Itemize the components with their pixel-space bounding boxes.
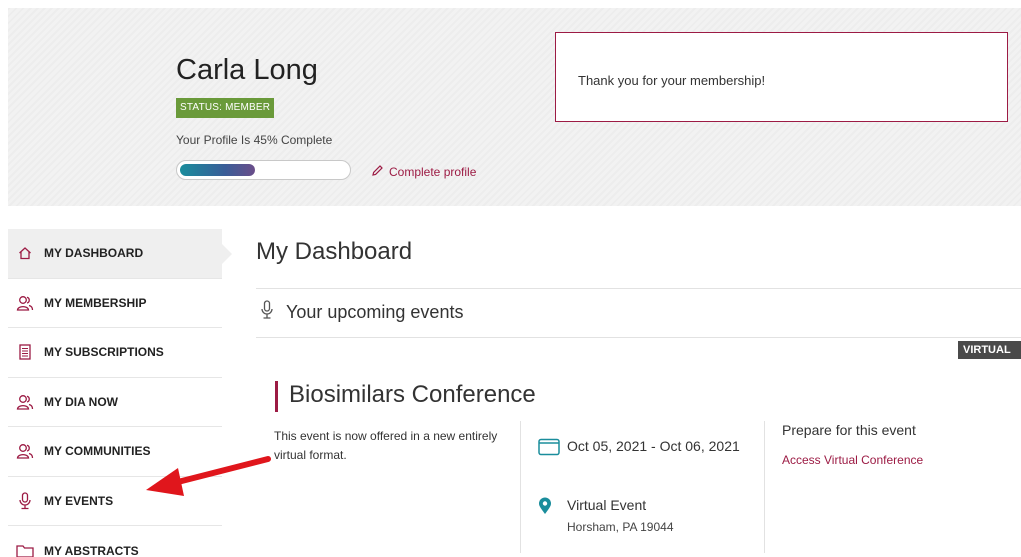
users-icon (16, 294, 34, 312)
home-icon (16, 244, 34, 262)
virtual-badge: VIRTUAL (958, 341, 1021, 359)
sidebar-item-label: MY SUBSCRIPTIONS (44, 345, 164, 360)
sidebar-item-label: MY COMMUNITIES (44, 444, 151, 459)
event-address: Horsham, PA 19044 (567, 520, 674, 534)
location-pin-icon (538, 497, 552, 520)
sidebar-item-abstracts[interactable]: MY ABSTRACTS (8, 526, 222, 557)
membership-notice: Thank you for your membership! (555, 32, 1008, 122)
profile-progress-fill (180, 164, 255, 176)
upcoming-events-heading: Your upcoming events (260, 300, 463, 325)
profile-progress-bar (176, 160, 351, 180)
sidebar-item-label: MY DASHBOARD (44, 246, 144, 261)
sidebar-item-communities[interactable]: MY COMMUNITIES (8, 427, 222, 477)
pencil-icon (371, 164, 384, 180)
divider (256, 288, 1021, 289)
complete-profile-link[interactable]: Complete profile (371, 164, 476, 180)
microphone-icon (16, 492, 34, 510)
user-name: Carla Long (176, 54, 318, 86)
sidebar-item-events[interactable]: MY EVENTS (8, 477, 222, 526)
sidebar-item-membership[interactable]: MY MEMBERSHIP (8, 279, 222, 328)
document-icon (16, 343, 34, 361)
users-icon (16, 393, 34, 411)
divider (256, 337, 1021, 338)
event-date: Oct 05, 2021 - Oct 06, 2021 (567, 438, 740, 454)
sidebar-item-label: MY DIA NOW (44, 394, 118, 409)
sidebar-item-label: MY MEMBERSHIP (44, 295, 147, 310)
upcoming-events-label: Your upcoming events (286, 302, 464, 322)
sidebar-item-subscriptions[interactable]: MY SUBSCRIPTIONS (8, 328, 222, 378)
event-location: Virtual Event (567, 497, 647, 513)
column-divider (520, 421, 521, 553)
sidebar-item-dashboard[interactable]: MY DASHBOARD (8, 229, 232, 279)
users-icon (16, 442, 34, 460)
event-description: This event is now offered in a new entir… (274, 429, 498, 462)
sidebar-item-dia-now[interactable]: MY DIA NOW (8, 378, 222, 427)
membership-notice-text: Thank you for your membership! (578, 73, 766, 88)
prepare-heading: Prepare for this event (782, 422, 916, 438)
event-title-accent (275, 381, 278, 412)
calendar-icon (538, 438, 560, 461)
sidebar-nav: MY DASHBOARD MY MEMBERSHIP MY SUBSCRIPTI… (8, 229, 232, 557)
sidebar-item-label: MY ABSTRACTS (44, 543, 139, 557)
access-virtual-conference-link[interactable]: Access Virtual Conference (782, 453, 923, 467)
sidebar-item-label: MY EVENTS (44, 493, 114, 508)
complete-profile-label: Complete profile (389, 165, 477, 179)
column-divider (764, 421, 765, 553)
microphone-icon (260, 300, 274, 325)
folder-icon (16, 542, 34, 557)
status-badge: STATUS: MEMBER (176, 98, 275, 118)
event-title: Biosimilars Conference (289, 381, 536, 408)
profile-completion-text: Your Profile Is 45% Complete (176, 133, 333, 147)
page-title: My Dashboard (256, 238, 413, 265)
